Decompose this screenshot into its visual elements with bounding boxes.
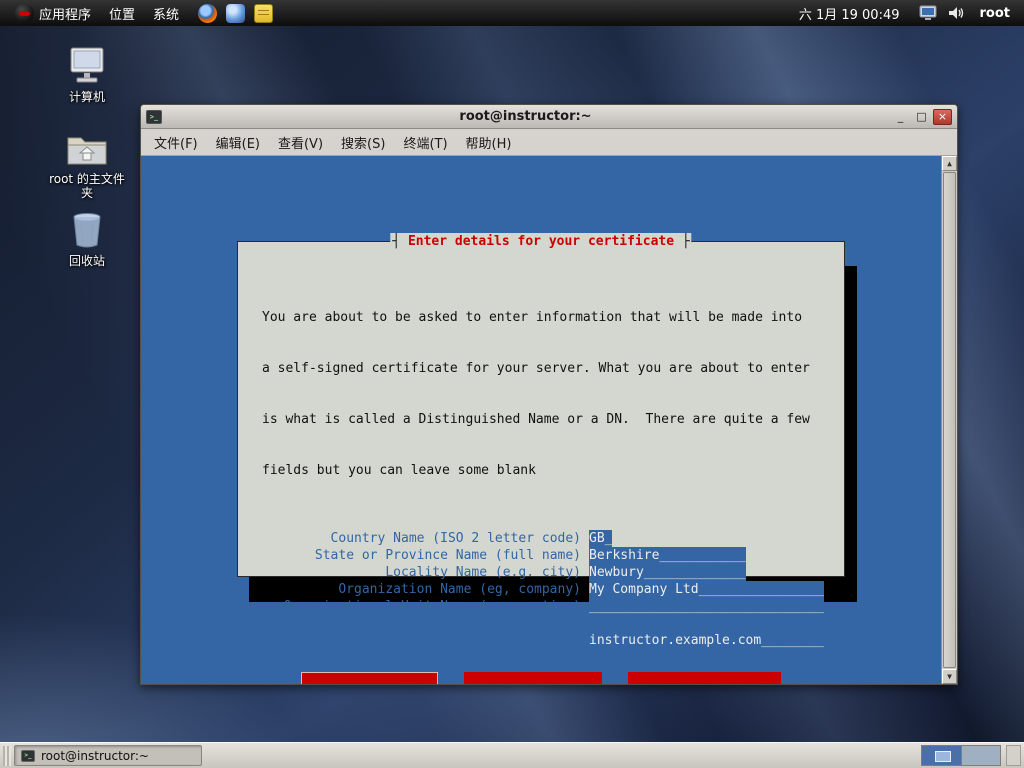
username-label[interactable]: root bbox=[980, 6, 1011, 21]
field-row: State or Province Name (full name) Berks… bbox=[238, 547, 844, 564]
next-button[interactable]: Next bbox=[300, 672, 439, 684]
locality-field[interactable]: Newbury_____________ bbox=[589, 564, 746, 581]
dialog-body-line: is what is called a Distinguished Name o… bbox=[262, 412, 810, 427]
field-row: Organizational Unit Name (eg, section) _… bbox=[238, 598, 844, 615]
org-unit-field[interactable]: ______________________________ bbox=[589, 598, 824, 615]
desktop-icon-label: 计算机 bbox=[68, 90, 105, 104]
organization-field-label: Organization Name (eg, company) bbox=[338, 582, 581, 597]
field-row: Organization Name (eg, company) My Compa… bbox=[238, 581, 844, 598]
terminal-task-label: root@instructor:~ bbox=[41, 748, 149, 763]
minimize-button[interactable]: _ bbox=[891, 109, 910, 125]
home-folder-icon bbox=[44, 126, 130, 168]
field-row: Common Name (fully qualified domain name… bbox=[238, 632, 844, 649]
cancel-button[interactable]: Cancel bbox=[627, 672, 782, 684]
window-title: root@instructor:~ bbox=[459, 109, 592, 124]
scroll-down-button[interactable]: ▼ bbox=[942, 669, 957, 684]
computer-icon bbox=[44, 44, 130, 86]
panel-clock[interactable]: 六 1月 19 00:49 bbox=[799, 4, 900, 23]
common-name-field-label: Common Name (fully qualified domain name… bbox=[260, 633, 581, 648]
terminal-task-button[interactable]: >_ root@instructor:~ bbox=[14, 745, 202, 766]
dialog-body-line: You are about to be asked to enter infor… bbox=[262, 310, 803, 325]
country-field-label: Country Name (ISO 2 letter code) bbox=[330, 531, 581, 546]
menu-help[interactable]: 帮助(H) bbox=[457, 129, 521, 156]
certificate-dialog: Enter details for your certificate You a… bbox=[237, 233, 845, 684]
window-titlebar[interactable]: >_ root@instructor:~ _ □ × bbox=[141, 105, 957, 129]
dialog-buttons: Next Back Cancel bbox=[238, 672, 844, 684]
organization-field[interactable]: My Company Ltd________________ bbox=[589, 581, 824, 598]
volume-icon[interactable] bbox=[946, 4, 966, 22]
common-name-field[interactable]: instructor.example.com________ bbox=[589, 632, 824, 649]
panel-corner-applet[interactable] bbox=[1006, 745, 1021, 766]
desktop-icon-label: 回收站 bbox=[68, 254, 105, 268]
menu-terminal[interactable]: 终端(T) bbox=[394, 129, 456, 156]
desktop-icon-home[interactable]: root 的主文件夹 bbox=[44, 126, 130, 200]
places-menu-label: 位置 bbox=[109, 7, 136, 23]
dialog-title: Enter details for your certificate bbox=[390, 233, 692, 250]
panel-launchers bbox=[198, 3, 274, 23]
display-status-icon[interactable] bbox=[918, 4, 938, 22]
workspace-1[interactable] bbox=[922, 746, 961, 765]
state-field[interactable]: Berkshire___________ bbox=[589, 547, 746, 564]
desktop-icon-label: root 的主文件夹 bbox=[49, 172, 125, 200]
notes-launcher-icon[interactable] bbox=[254, 3, 274, 23]
distro-logo-icon bbox=[15, 3, 34, 23]
firefox-launcher-icon[interactable] bbox=[198, 3, 218, 23]
scroll-thumb[interactable] bbox=[943, 172, 956, 668]
terminal-task-icon: >_ bbox=[21, 749, 35, 762]
workspace-switcher bbox=[921, 745, 1001, 766]
field-row: Country Name (ISO 2 letter code) GB_ bbox=[238, 530, 844, 547]
maximize-button[interactable]: □ bbox=[912, 109, 931, 125]
terminal-window-icon[interactable]: >_ bbox=[146, 109, 162, 124]
desktop-icon-trash[interactable]: 回收站 bbox=[44, 208, 130, 268]
browser-globe-launcher-icon[interactable] bbox=[226, 3, 246, 23]
locality-field-label: Locality Name (e.g. city) bbox=[385, 565, 581, 580]
system-menu[interactable]: 系统 bbox=[144, 0, 188, 26]
top-panel: 应用程序 位置 系统 六 1月 19 00:49 root bbox=[0, 0, 1024, 26]
org-unit-field-label: Organizational Unit Name (eg, section) bbox=[283, 599, 581, 614]
menu-edit[interactable]: 编辑(E) bbox=[207, 129, 269, 156]
dialog-fields: Country Name (ISO 2 letter code) GB_ Sta… bbox=[238, 530, 844, 649]
dialog-body-text: You are about to be asked to enter infor… bbox=[238, 275, 844, 513]
workspace-2[interactable] bbox=[961, 746, 1000, 765]
field-row: Locality Name (e.g. city) Newbury_______… bbox=[238, 564, 844, 581]
menu-search[interactable]: 搜索(S) bbox=[332, 129, 394, 156]
terminal-menubar: 文件(F) 编辑(E) 查看(V) 搜索(S) 终端(T) 帮助(H) bbox=[141, 129, 957, 156]
dialog-body-line: fields but you can leave some blank bbox=[262, 463, 536, 478]
state-field-label: State or Province Name (full name) bbox=[314, 548, 581, 563]
dialog-body-line: a self-signed certificate for your serve… bbox=[262, 361, 810, 376]
back-button[interactable]: Back bbox=[464, 672, 602, 684]
system-menu-label: 系统 bbox=[153, 7, 180, 23]
applications-menu[interactable]: 应用程序 bbox=[6, 0, 100, 26]
window-list-grip[interactable] bbox=[3, 745, 11, 766]
terminal-screen[interactable]: Enter details for your certificate You a… bbox=[141, 156, 957, 684]
terminal-scrollbar[interactable]: ▲ ▼ bbox=[941, 156, 957, 684]
applications-menu-label: 应用程序 bbox=[39, 7, 92, 23]
country-field[interactable]: GB_ bbox=[589, 530, 613, 547]
terminal-window: >_ root@instructor:~ _ □ × 文件(F) 编辑(E) 查… bbox=[140, 104, 958, 685]
places-menu[interactable]: 位置 bbox=[100, 0, 144, 26]
menu-view[interactable]: 查看(V) bbox=[269, 129, 332, 156]
close-button[interactable]: × bbox=[933, 108, 952, 125]
taskbar: >_ root@instructor:~ bbox=[0, 742, 1024, 768]
scroll-up-button[interactable]: ▲ bbox=[942, 156, 957, 171]
desktop-icon-computer[interactable]: 计算机 bbox=[44, 44, 130, 104]
menu-file[interactable]: 文件(F) bbox=[145, 129, 207, 156]
trash-icon bbox=[44, 208, 130, 250]
